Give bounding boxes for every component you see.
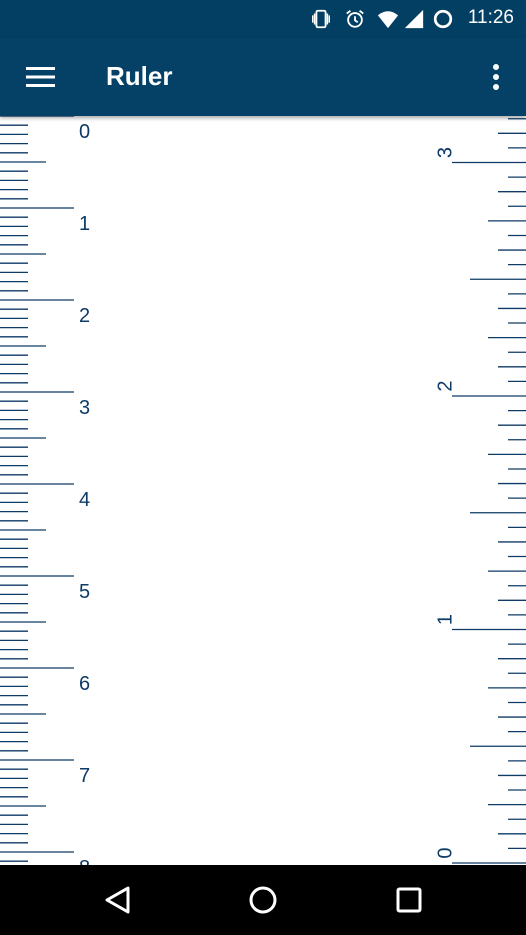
status-bar: 11:26 bbox=[0, 0, 526, 38]
ruler-canvas[interactable]: 0 1 2 3 4 5 6 7 8 0 1 2 3 bbox=[0, 116, 526, 865]
menu-button[interactable] bbox=[14, 53, 68, 101]
cm-label: 3 bbox=[79, 397, 90, 419]
wifi-icon bbox=[377, 11, 399, 29]
back-button[interactable] bbox=[90, 875, 146, 925]
app-bar: Ruler bbox=[0, 38, 526, 116]
cm-label: 4 bbox=[79, 489, 90, 511]
inch-label: 3 bbox=[434, 147, 456, 158]
app-title: Ruler bbox=[106, 61, 173, 91]
signal-icon bbox=[404, 9, 424, 29]
cm-label: 5 bbox=[79, 581, 90, 603]
cm-label: 1 bbox=[79, 213, 90, 235]
back-triangle-icon bbox=[105, 886, 130, 914]
home-circle-icon bbox=[249, 886, 277, 914]
recents-button[interactable] bbox=[381, 875, 437, 925]
cm-label: 0 bbox=[79, 121, 90, 143]
status-time: 11:26 bbox=[467, 7, 514, 28]
cm-label: 2 bbox=[79, 305, 90, 327]
hamburger-menu-icon bbox=[26, 67, 55, 87]
inch-label: 2 bbox=[434, 380, 456, 391]
vibrate-icon bbox=[312, 9, 330, 29]
battery-icon bbox=[433, 9, 453, 29]
ruler-area[interactable]: 0 1 2 3 4 5 6 7 8 0 1 2 3 bbox=[0, 116, 526, 865]
more-vert-icon bbox=[493, 64, 499, 90]
cm-label: 8 bbox=[79, 857, 90, 865]
home-button[interactable] bbox=[235, 875, 291, 925]
recents-square-icon bbox=[396, 887, 422, 913]
overflow-menu-button[interactable] bbox=[480, 53, 512, 101]
navigation-bar bbox=[0, 865, 526, 935]
alarm-icon bbox=[346, 10, 364, 28]
cm-label: 7 bbox=[79, 765, 90, 787]
cm-label: 6 bbox=[79, 673, 90, 695]
inch-label: 0 bbox=[434, 847, 456, 858]
inch-label: 1 bbox=[434, 614, 456, 625]
